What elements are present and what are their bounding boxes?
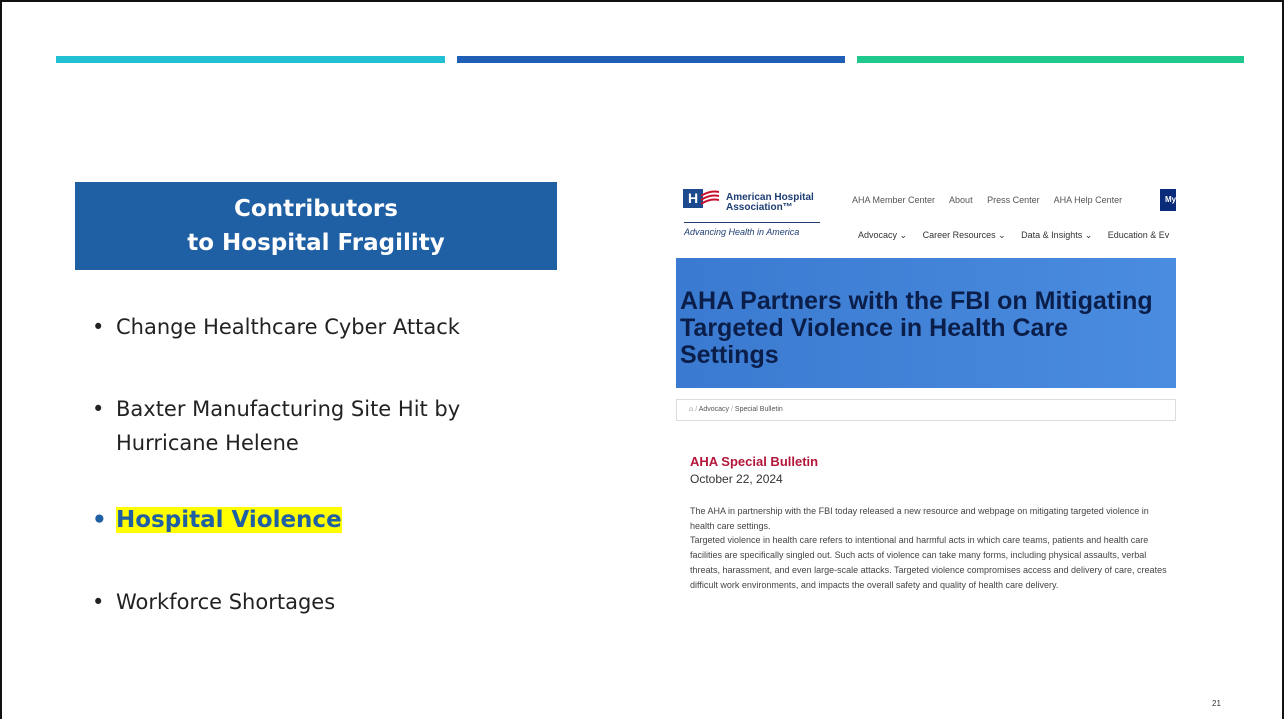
slide-title-line-1: Contributors (234, 196, 398, 222)
nav-about: About (949, 195, 973, 205)
accent-bar-right (857, 56, 1244, 63)
home-icon: ⌂ (689, 406, 694, 413)
bullet-text: Baxter Manufacturing Site Hit by Hurrica… (116, 397, 461, 455)
bullet-text-highlighted: Hospital Violence (116, 507, 342, 533)
nav-help-center: AHA Help Center (1053, 195, 1123, 205)
logo-divider (684, 222, 820, 223)
slide: Contributors to Hospital Fragility Chang… (0, 0, 1284, 719)
nav-advocacy: Advocacy ⌄ (858, 230, 908, 240)
org-name-line-2: Association™ (726, 202, 793, 213)
bulletin-label: AHA Special Bulletin (690, 454, 819, 469)
nav-career-resources: Career Resources ⌄ (922, 230, 1006, 240)
slide-title-line-2: to Hospital Fragility (187, 230, 445, 256)
nav-education-events: Education & Ev (1107, 230, 1170, 240)
bullet-item: Change Healthcare Cyber Attack (92, 310, 460, 344)
hero-banner: AHA Partners with the FBI on Mitigating … (676, 258, 1176, 388)
org-tagline: Advancing Health in America (684, 227, 800, 237)
top-nav: AHA Member Center About Press Center AHA… (852, 195, 1134, 205)
nav-member-center: AHA Member Center (852, 195, 936, 205)
article-paragraph-2: Targeted violence in health care refers … (690, 535, 1167, 590)
bullet-item: Baxter Manufacturing Site Hit by Hurrica… (92, 392, 556, 460)
embedded-webpage-screenshot: H American Hospital Association™ Advanci… (676, 179, 1176, 634)
org-name: American Hospital Association™ (726, 193, 814, 213)
bulletin-date: October 22, 2024 (690, 472, 783, 486)
main-nav: Advocacy ⌄ Career Resources ⌄ Data & Ins… (858, 230, 1176, 241)
page-number: 21 (1212, 699, 1221, 708)
accent-bar-left (56, 56, 445, 63)
nav-data-insights: Data & Insights ⌄ (1021, 230, 1093, 240)
article-paragraph-1: The AHA in partnership with the FBI toda… (690, 506, 1149, 531)
my-account-button: My (1160, 189, 1176, 211)
accent-bar-middle (457, 56, 845, 63)
bullet-item-highlighted: Hospital Violence (92, 503, 342, 537)
bullet-text: Change Healthcare Cyber Attack (116, 315, 460, 339)
slide-title-box: Contributors to Hospital Fragility (75, 182, 557, 270)
bullet-text: Workforce Shortages (116, 590, 336, 614)
bullet-item: Workforce Shortages (92, 585, 335, 619)
nav-press-center: Press Center (987, 195, 1040, 205)
breadcrumb-special-bulletin: Special Bulletin (734, 406, 783, 413)
breadcrumb-advocacy: Advocacy (698, 406, 730, 413)
breadcrumb: ⌂ / Advocacy / Special Bulletin (676, 399, 1176, 421)
article-headline: AHA Partners with the FBI on Mitigating … (680, 287, 1153, 369)
logo-stripes-icon (701, 190, 719, 205)
aha-logo-icon: H (683, 189, 703, 208)
